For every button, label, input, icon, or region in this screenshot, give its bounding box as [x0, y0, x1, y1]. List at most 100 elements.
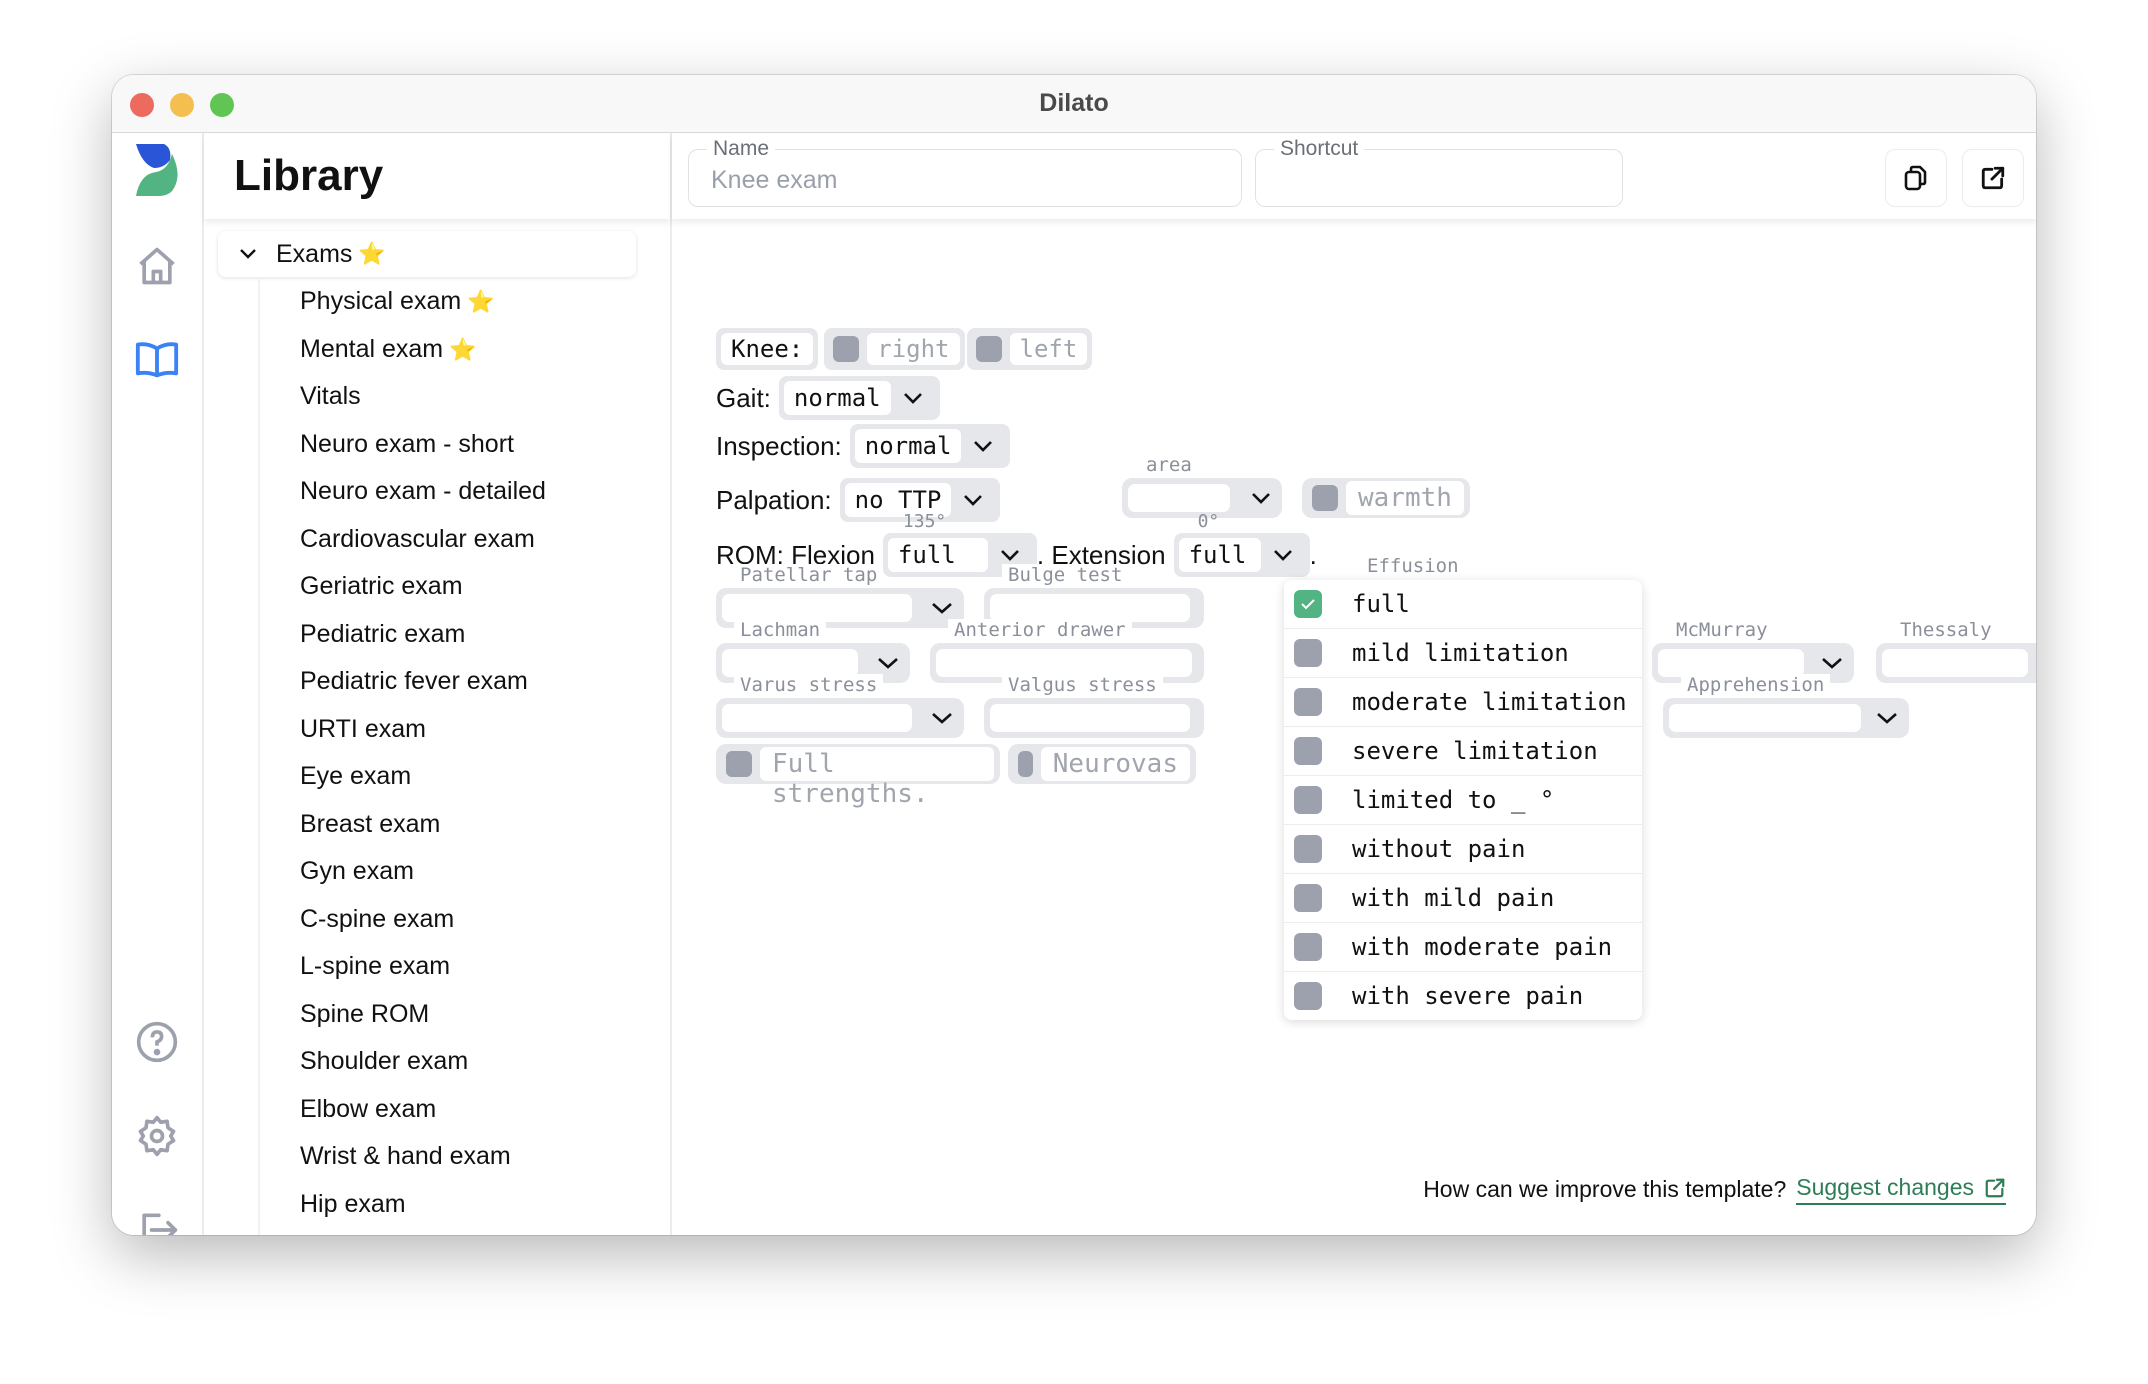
extension-select[interactable]: 0° full — [1173, 511, 1310, 577]
library-item[interactable]: Vitals — [300, 378, 361, 414]
menu-option[interactable]: severe limitation — [1284, 727, 1642, 776]
menu-option[interactable]: with mild pain — [1284, 874, 1642, 923]
library-item[interactable]: URTI exam — [300, 711, 426, 747]
valgus-stress-select[interactable]: Valgus stress — [984, 674, 1204, 738]
neurovascular-toggle[interactable]: Neurovas — [1008, 744, 1196, 784]
apprehension-select[interactable]: Apprehension — [1663, 674, 1909, 738]
menu-option[interactable]: with severe pain — [1284, 972, 1642, 1020]
checkbox-icon[interactable] — [1294, 786, 1322, 814]
checkbox-icon[interactable] — [1294, 933, 1322, 961]
copy-icon — [1904, 165, 1927, 191]
menu-option[interactable]: limited to _ ° — [1284, 776, 1642, 825]
suggest-changes-link[interactable]: Suggest changes — [1796, 1174, 2006, 1205]
library-item[interactable]: Neuro exam - detailed — [300, 473, 546, 509]
menu-option[interactable]: with moderate pain — [1284, 923, 1642, 972]
checkbox-icon[interactable] — [1312, 485, 1338, 511]
library-item[interactable]: Eye exam — [300, 758, 411, 794]
menu-option-label: full — [1352, 590, 1410, 618]
inspection-label: Inspection: — [716, 430, 842, 461]
name-field[interactable]: Name Knee exam — [688, 137, 1242, 207]
effusion-label: Effusion — [1367, 555, 1459, 577]
library-item-label: URTI exam — [300, 714, 426, 743]
thessaly-select[interactable]: Thessaly — [1876, 619, 2036, 683]
library-item[interactable]: Cardiovascular exam — [300, 521, 535, 557]
settings-gear-icon[interactable] — [132, 1111, 182, 1161]
library-item[interactable]: L-spine exam — [300, 948, 450, 984]
menu-option[interactable]: full — [1284, 580, 1642, 629]
library-item[interactable]: Shoulder exam — [300, 1043, 468, 1079]
home-icon[interactable] — [132, 241, 182, 291]
library-item[interactable]: Mental exam ⭐ — [300, 331, 477, 367]
open-external-button[interactable] — [1962, 149, 2024, 207]
chevron-down-icon — [1001, 550, 1019, 561]
library-item[interactable]: Spine ROM — [300, 996, 429, 1032]
knee-left-toggle[interactable]: left — [966, 328, 1093, 370]
checkbox-icon[interactable] — [1294, 688, 1322, 716]
chevron-down-icon — [903, 393, 922, 404]
group-label: Exams — [276, 239, 353, 268]
suggest-changes-label: Suggest changes — [1796, 1174, 1974, 1200]
library-item[interactable]: Pediatric fever exam — [300, 663, 528, 699]
library-item[interactable]: Neuro exam - short — [300, 426, 514, 462]
checkbox-icon[interactable] — [726, 751, 752, 777]
shortcut-field[interactable]: Shortcut — [1255, 137, 1623, 207]
knee-right-toggle[interactable]: right — [824, 328, 965, 370]
checkbox-icon[interactable] — [1294, 884, 1322, 912]
inspection-select[interactable]: normal — [849, 424, 1011, 468]
valgus-stress-label: Valgus stress — [1002, 674, 1163, 696]
library-item-label: Hip exam — [300, 1189, 406, 1218]
flexion-value: full — [887, 538, 988, 572]
checkbox-checked-icon[interactable] — [1294, 590, 1322, 618]
extension-hint: 0° — [1197, 511, 1220, 532]
menu-option[interactable]: mild limitation — [1284, 629, 1642, 678]
checkbox-icon[interactable] — [1294, 982, 1322, 1010]
library-item[interactable]: Gyn exam — [300, 853, 414, 889]
external-link-icon — [1985, 1178, 2005, 1197]
library-item[interactable]: Geriatric exam — [300, 568, 463, 604]
help-icon[interactable] — [132, 1017, 182, 1067]
group-exams[interactable]: Exams ⭐ — [218, 231, 636, 277]
warmth-label: warmth — [1346, 481, 1464, 515]
library-item-label: Geriatric exam — [300, 572, 463, 600]
checkbox-icon[interactable] — [833, 336, 860, 362]
library-item-label: Pediatric exam — [300, 619, 466, 648]
menu-option-label: without pain — [1352, 835, 1526, 863]
checkbox-icon[interactable] — [1294, 639, 1322, 667]
window-title: Dilato — [1039, 89, 1109, 117]
library-item-label: Breast exam — [300, 809, 441, 838]
library-item[interactable]: Pediatric exam — [300, 616, 465, 652]
varus-stress-select[interactable]: Varus stress — [716, 674, 964, 738]
name-input[interactable]: Knee exam — [711, 166, 837, 195]
library-item[interactable]: Breast exam — [300, 806, 440, 842]
library-item[interactable]: Elbow exam — [300, 1091, 436, 1127]
warmth-toggle[interactable]: warmth — [1302, 478, 1470, 518]
area-label: area — [1140, 454, 1198, 476]
menu-option-label: with severe pain — [1352, 982, 1584, 1010]
checkbox-icon[interactable] — [975, 336, 1002, 362]
library-item[interactable]: Physical exam ⭐ — [300, 283, 495, 319]
menu-option-label: mild limitation — [1352, 639, 1569, 667]
logo-icon[interactable] — [132, 144, 182, 196]
library-book-icon[interactable] — [132, 335, 182, 385]
menu-option[interactable]: moderate limitation — [1284, 678, 1642, 727]
menu-option[interactable]: without pain — [1284, 825, 1642, 874]
library-item-label: Mental exam — [300, 334, 444, 363]
gait-select[interactable]: normal — [778, 376, 940, 420]
flexion-hint: 135° — [902, 511, 947, 532]
copy-button[interactable] — [1885, 149, 1947, 207]
star-icon: ⭐ — [467, 289, 495, 314]
title-bar: Dilato — [112, 75, 2036, 133]
library-item[interactable]: Hip exam — [300, 1186, 406, 1222]
library-item[interactable]: Wrist & hand exam — [300, 1138, 511, 1174]
checkbox-icon[interactable] — [1018, 751, 1033, 777]
library-item-label: L-spine exam — [300, 952, 451, 980]
checkbox-icon[interactable] — [1294, 835, 1322, 863]
full-strengths-toggle[interactable]: Full strengths. — [716, 744, 1000, 809]
varus-stress-label: Varus stress — [734, 674, 884, 696]
chevron-down-icon — [1252, 493, 1270, 504]
checkbox-icon[interactable] — [1294, 737, 1322, 765]
logout-icon[interactable] — [132, 1205, 182, 1235]
bulge-test-label: Bulge test — [1002, 564, 1129, 586]
library-item[interactable]: C-spine exam — [300, 901, 454, 937]
app-window: Dilato Library Exams ⭐ Physical exam ⭐ M… — [112, 75, 2036, 1235]
